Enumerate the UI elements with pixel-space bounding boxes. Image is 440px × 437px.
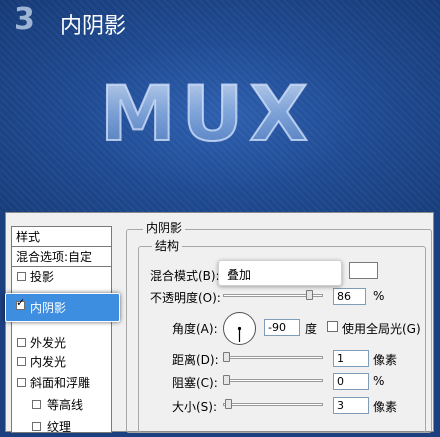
structure-group-title: 结构 [152, 237, 183, 254]
size-label: 大小(S): [172, 400, 218, 414]
step-number: 3 [14, 2, 35, 37]
size-unit: 像素 [373, 400, 398, 414]
style-item-label: 内阴影 [30, 301, 67, 315]
inner-glow-checkbox[interactable] [17, 357, 26, 366]
bevel-emboss-checkbox[interactable] [17, 378, 26, 387]
styles-header[interactable]: 样式 [12, 227, 111, 247]
contour-checkbox[interactable] [32, 400, 41, 409]
opacity-label: 不透明度(O): [150, 291, 221, 305]
angle-input[interactable]: -90 [264, 319, 300, 336]
style-item-inner-shadow[interactable]: 内阴影 [5, 293, 120, 322]
style-item-bevel-emboss[interactable]: 斜面和浮雕 [12, 373, 111, 393]
angle-label: 角度(A): [172, 322, 218, 336]
mux-logo: MUX [100, 74, 314, 154]
style-item-label: 纹理 [47, 420, 72, 434]
angle-dial-icon [237, 326, 242, 342]
choke-unit: % [373, 374, 385, 388]
distance-slider-track[interactable] [223, 356, 323, 359]
style-item-outer-glow[interactable]: 外发光 [12, 333, 111, 353]
opacity-unit: % [373, 289, 385, 303]
outer-glow-checkbox[interactable] [17, 338, 26, 347]
style-item-label: 外发光 [30, 336, 67, 350]
choke-slider-thumb[interactable] [223, 375, 230, 385]
blend-options-item[interactable]: 混合选项:自定 [12, 247, 111, 267]
style-item-label: 内发光 [30, 355, 67, 369]
inner-shadow-section-title: 内阴影 [143, 219, 186, 236]
blend-mode-value: 叠加 [227, 268, 252, 282]
style-item-label: 斜面和浮雕 [30, 376, 91, 390]
opacity-input[interactable]: 86 [333, 288, 366, 305]
distance-label: 距离(D): [172, 353, 219, 367]
logo-text: MUX [100, 74, 314, 154]
size-slider-thumb[interactable] [225, 399, 232, 409]
style-item-label: 等高线 [47, 398, 84, 412]
global-light-checkbox[interactable] [327, 321, 338, 332]
global-light-label[interactable]: 使用全局光(G) [342, 320, 421, 337]
choke-label: 阻塞(C): [172, 376, 218, 390]
size-slider-track[interactable] [223, 403, 323, 406]
opacity-slider-thumb[interactable] [306, 290, 313, 300]
styles-list: 样式 混合选项:自定 投影 外发光 内发光 斜面和浮雕 等高线 纹理 [11, 226, 112, 434]
distance-unit: 像素 [373, 353, 398, 367]
blend-mode-label: 混合模式(B): [150, 269, 220, 283]
shadow-color-swatch[interactable] [349, 262, 378, 279]
texture-checkbox[interactable] [32, 422, 41, 431]
style-item-inner-glow[interactable]: 内发光 [12, 352, 111, 372]
style-item-drop-shadow[interactable]: 投影 [12, 267, 111, 287]
style-item-contour[interactable]: 等高线 [12, 395, 111, 415]
choke-input[interactable]: 0 [333, 373, 369, 390]
blend-mode-select[interactable]: 叠加 [218, 260, 342, 286]
distance-slider-thumb[interactable] [223, 352, 230, 362]
angle-dial[interactable] [223, 312, 256, 345]
inner-shadow-checkbox[interactable] [16, 296, 25, 310]
drop-shadow-checkbox[interactable] [17, 272, 26, 281]
style-item-label: 投影 [30, 270, 55, 284]
choke-slider-track[interactable] [223, 379, 323, 382]
style-item-texture[interactable]: 纹理 [12, 417, 111, 437]
size-input[interactable]: 3 [333, 397, 369, 414]
distance-input[interactable]: 1 [333, 350, 369, 367]
banner-title: 内阴影 [60, 14, 127, 39]
banner: 3 内阴影 MUX [0, 0, 440, 212]
angle-unit: 度 [305, 322, 318, 336]
